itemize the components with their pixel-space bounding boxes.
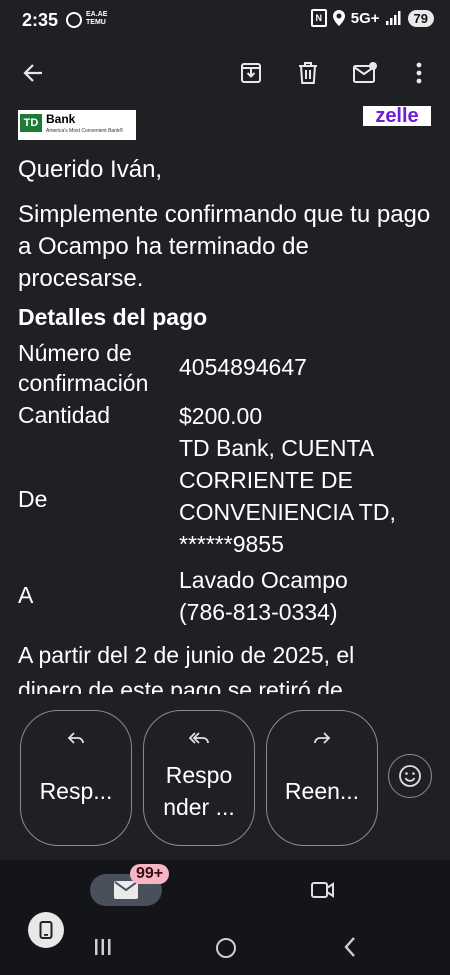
temu-line2: TEMU <box>86 19 106 26</box>
reply-label: Resp... <box>39 778 113 804</box>
email-body: TD Bank America's Most Convenient Bank® … <box>0 106 450 694</box>
td-logo-mark: TD <box>20 114 42 132</box>
reply-all-label-line1: Respo <box>165 762 233 788</box>
reply-all-icon <box>144 729 254 750</box>
status-right-group: N 5G+ 79 <box>310 9 434 27</box>
temu-line1: ΕΑ.ΑΕ <box>86 11 108 18</box>
from-label: De <box>18 486 48 512</box>
mail-icon <box>114 881 138 899</box>
td-logo-name: Bank <box>46 112 76 126</box>
nfc-icon: N <box>310 9 327 27</box>
to-value-line1: Lavado Ocampo <box>179 567 348 593</box>
delete-icon[interactable] <box>293 58 323 88</box>
phone-outline-icon <box>39 921 53 939</box>
email-toolbar <box>0 40 450 106</box>
reply-all-label: Respo nder ... <box>144 759 254 823</box>
reply-actions: Resp... Respo nder ... Reen... <box>0 706 450 856</box>
more-vert-icon[interactable] <box>404 58 434 88</box>
bottom-navigation: 99+ <box>0 860 450 975</box>
mail-unread-badge: 99+ <box>130 864 170 884</box>
email-greeting: Querido Iván, <box>18 156 163 183</box>
forward-icon <box>267 729 377 750</box>
from-value-line1: TD Bank, CUENTA <box>179 435 375 461</box>
zelle-logo: zelle <box>363 106 431 126</box>
network-type: 5G+ <box>350 9 380 27</box>
reply-all-button[interactable]: Respo nder ... <box>143 710 255 846</box>
forward-label: Reen... <box>284 778 360 804</box>
status-time: 2:35 <box>22 10 59 30</box>
tail-line1: A partir del 2 de junio de 2025, el <box>18 642 355 668</box>
reply-button[interactable]: Resp... <box>20 710 132 846</box>
confirmation-label-line1: Número de <box>18 340 132 366</box>
notification-app-icon <box>66 12 82 28</box>
temu-notification-icon: ΕΑ.ΑΕ TEMU <box>86 11 107 27</box>
reply-icon <box>21 729 131 750</box>
from-value-line3: CONVENIENCIA TD, <box>179 499 396 525</box>
tail-line2: dinero de este pago se retiró de <box>18 677 343 694</box>
status-bar: 2:35 ΕΑ.ΑΕ TEMU N 5G+ 79 <box>0 0 450 40</box>
td-logo-tagline: America's Most Convenient Bank® <box>46 128 124 134</box>
reply-all-label-line2: nder ... <box>163 794 235 820</box>
amount-value: $200.00 <box>179 403 263 429</box>
to-label: A <box>18 582 34 608</box>
to-value: Lavado Ocampo (786-813-0334) <box>179 564 439 628</box>
meet-video-icon[interactable] <box>310 878 336 902</box>
email-intro: Simplemente confirmando que tu pago a Oc… <box>18 201 431 292</box>
recents-nav-icon[interactable] <box>94 938 112 961</box>
from-value-line4: ******9855 <box>179 531 284 557</box>
from-value-line2: CORRIENTE DE <box>179 467 353 493</box>
email-tail-text: A partir del 2 de junio de 2025, el dine… <box>18 638 433 694</box>
mark-unread-icon[interactable] <box>350 58 380 88</box>
confirmation-label-line2: confirmación <box>18 370 149 396</box>
td-bank-logo: TD Bank America's Most Convenient Bank® <box>18 110 136 140</box>
floating-app-button[interactable] <box>28 912 64 948</box>
home-nav-icon[interactable] <box>216 938 236 958</box>
from-value: TD Bank, CUENTA CORRIENTE DE CONVENIENCI… <box>179 432 439 560</box>
forward-button[interactable]: Reen... <box>266 710 378 846</box>
details-title: Detalles del pago <box>18 304 208 330</box>
signal-icon <box>385 11 401 25</box>
confirmation-value: 4054894647 <box>179 354 307 380</box>
battery-level: 79 <box>407 9 434 27</box>
amount-label: Cantidad <box>18 402 111 428</box>
location-icon <box>332 10 345 26</box>
back-nav-icon[interactable] <box>343 936 357 963</box>
archive-icon[interactable] <box>236 58 266 88</box>
confirmation-label: Número de confirmación <box>18 338 148 398</box>
to-value-line2: (786-813-0334) <box>179 599 338 625</box>
emoji-reaction-button[interactable] <box>388 754 432 798</box>
back-arrow-icon[interactable] <box>18 58 48 88</box>
smiley-icon <box>399 765 421 787</box>
